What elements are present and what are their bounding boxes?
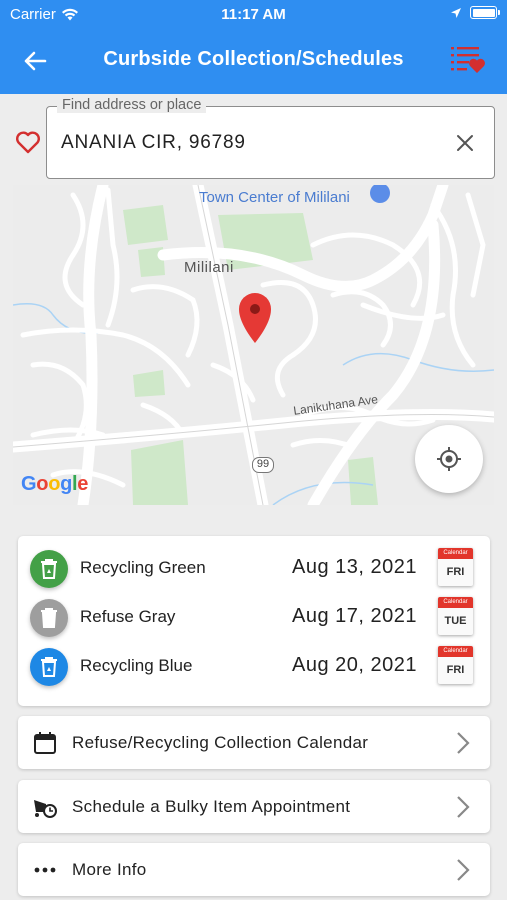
- schedule-date: Aug 17, 2021: [292, 605, 417, 627]
- schedule-name: Recycling Blue: [80, 656, 193, 675]
- status-bar: Carrier 11:17 AM: [0, 0, 507, 28]
- close-icon[interactable]: [454, 132, 476, 154]
- chevron-right-icon: [457, 796, 470, 818]
- schedule-date: Aug 13, 2021: [292, 556, 417, 578]
- schedule-row: Recycling Green Aug 13, 2021 Calendar FRI: [18, 544, 490, 592]
- map-poi-label: Town Center of Mililani: [199, 189, 350, 206]
- poi-marker-icon: [370, 185, 390, 203]
- app-header: Carrier 11:17 AM Curbside Collection/Sch…: [0, 0, 507, 94]
- crosshair-icon: [437, 447, 461, 471]
- chevron-right-icon: [457, 859, 470, 881]
- page-title: Curbside Collection/Schedules: [103, 48, 404, 70]
- link-label: Schedule a Bulky Item Appointment: [72, 797, 351, 816]
- chevron-right-icon: [457, 732, 470, 754]
- map-area-label: Mililani: [184, 259, 234, 276]
- truck-clock-icon: [34, 800, 57, 818]
- calendar-icon: [34, 732, 56, 754]
- recycling-green-bin-icon: [30, 550, 68, 588]
- nav-bar: Curbside Collection/Schedules: [0, 34, 507, 86]
- status-right: [450, 6, 500, 19]
- schedule-date: Aug 20, 2021: [292, 654, 417, 676]
- heart-outline-icon[interactable]: [14, 128, 42, 156]
- search-label: Find address or place: [57, 97, 207, 113]
- status-time: 11:17 AM: [221, 6, 286, 23]
- my-location-button[interactable]: [415, 425, 483, 493]
- calendar-day-icon: Calendar FRI: [438, 548, 473, 586]
- bulky-item-appointment-link[interactable]: Schedule a Bulky Item Appointment: [18, 780, 490, 833]
- favorites-list-icon[interactable]: [449, 44, 485, 74]
- location-pin-icon: [239, 293, 271, 343]
- map-route-shield: 99: [252, 457, 274, 473]
- calendar-day-icon: Calendar FRI: [438, 646, 473, 684]
- calendar-day-icon: Calendar TUE: [438, 597, 473, 635]
- location-arrow-icon: [451, 7, 461, 18]
- more-info-link[interactable]: More Info: [18, 843, 490, 896]
- more-dots-icon: [34, 867, 56, 873]
- link-label: More Info: [72, 860, 147, 879]
- schedule-name: Recycling Green: [80, 558, 206, 577]
- refuse-gray-bin-icon: [30, 599, 68, 637]
- collection-calendar-link[interactable]: Refuse/Recycling Collection Calendar: [18, 716, 490, 769]
- recycling-blue-bin-icon: [30, 648, 68, 686]
- google-logo: Google: [21, 473, 89, 495]
- address-search-field[interactable]: Find address or place ANANIA CIR, 96789: [46, 97, 495, 179]
- collection-schedule-card: Recycling Green Aug 13, 2021 Calendar FRI…: [18, 536, 490, 706]
- schedule-name: Refuse Gray: [80, 607, 176, 626]
- schedule-row: Refuse Gray Aug 17, 2021 Calendar TUE: [18, 593, 490, 641]
- search-input[interactable]: ANANIA CIR, 96789: [61, 132, 246, 154]
- schedule-row: Recycling Blue Aug 20, 2021 Calendar FRI: [18, 642, 490, 690]
- link-label: Refuse/Recycling Collection Calendar: [72, 733, 369, 752]
- battery-icon: [470, 6, 500, 19]
